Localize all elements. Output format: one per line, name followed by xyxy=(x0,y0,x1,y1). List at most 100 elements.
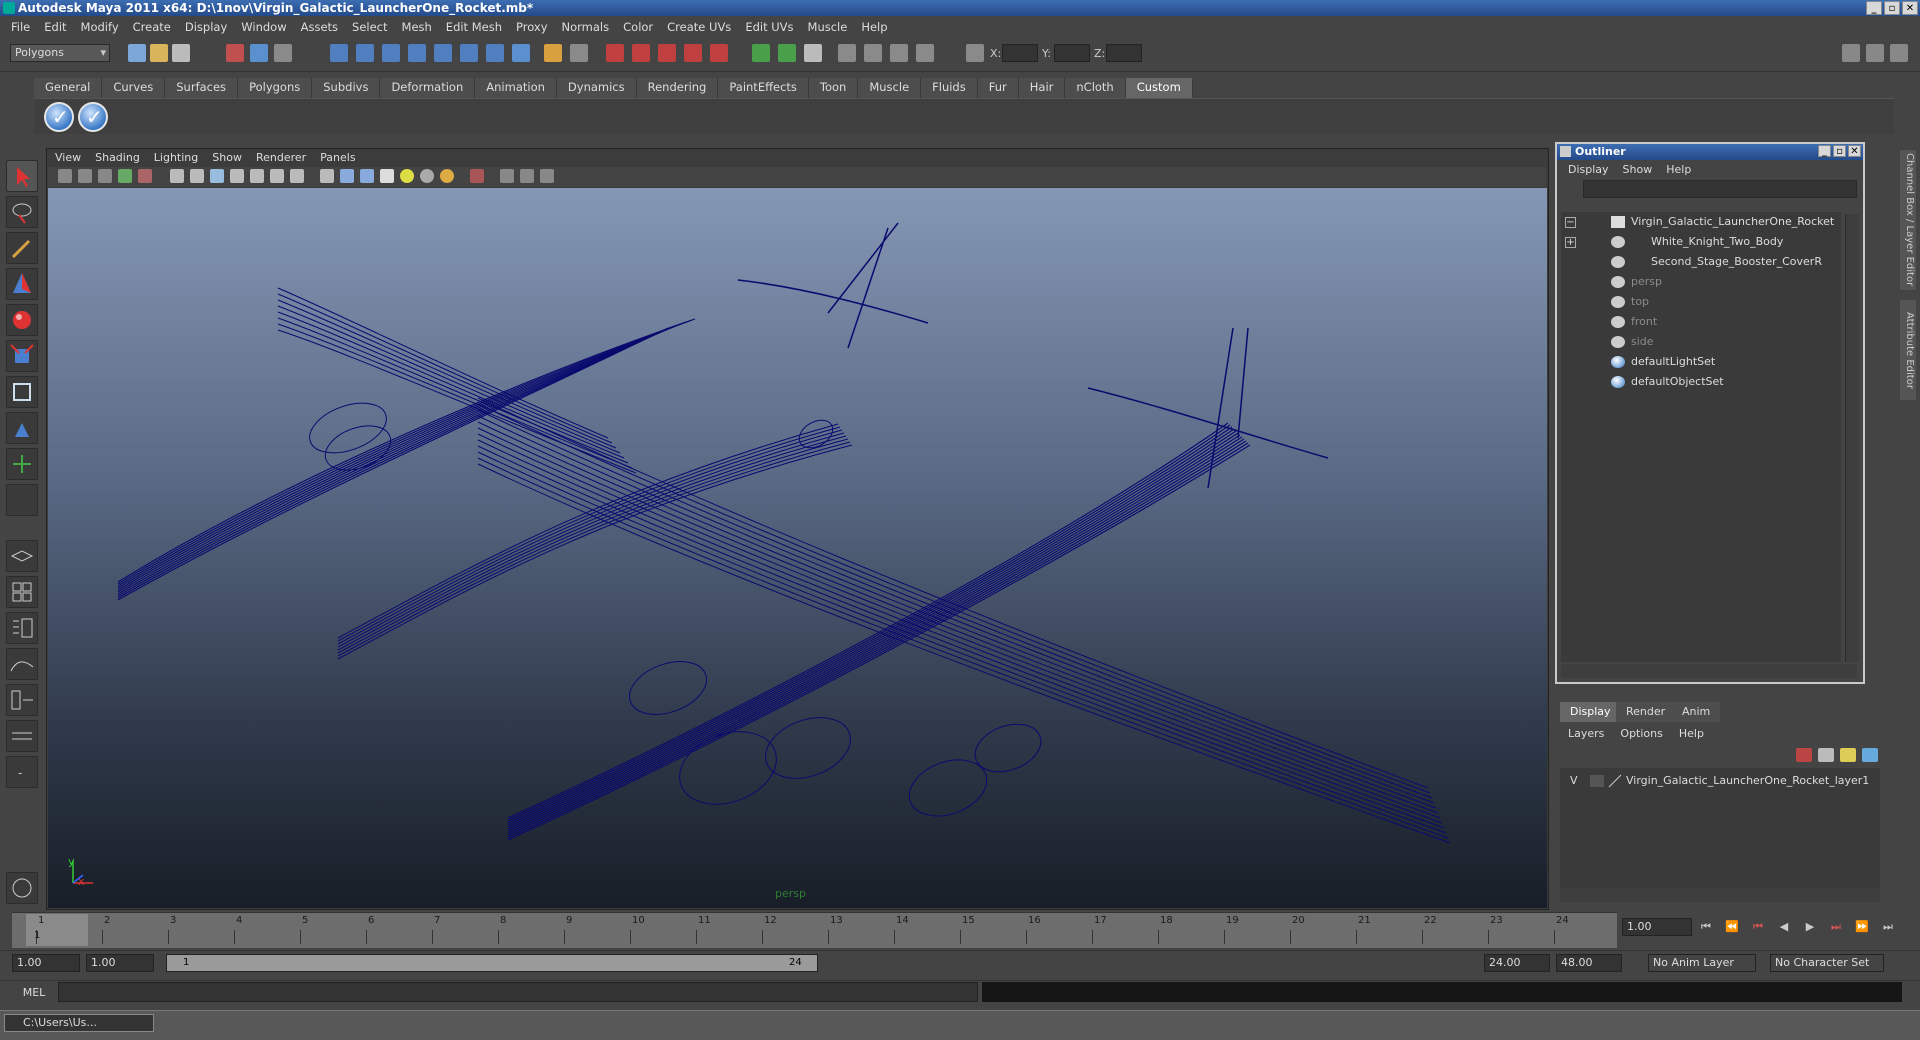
hypershade-icon[interactable] xyxy=(684,44,702,62)
shelf-tab-subdivs[interactable]: Subdivs xyxy=(312,78,381,98)
outliner-menu-help[interactable]: Help xyxy=(1659,163,1698,176)
menu-muscle[interactable]: Muscle xyxy=(801,20,855,34)
text-display-icon[interactable] xyxy=(290,169,304,183)
shelf-tab-polygons[interactable]: Polygons xyxy=(238,78,313,98)
shelf-tab-muscle[interactable]: Muscle xyxy=(858,78,922,98)
camera-select-icon[interactable] xyxy=(58,169,72,183)
shelf-checkmark-icon-2[interactable] xyxy=(78,102,108,132)
menu-assets[interactable]: Assets xyxy=(294,20,345,34)
menu-proxy[interactable]: Proxy xyxy=(509,20,555,34)
image-plane-icon[interactable] xyxy=(118,169,132,183)
shelf-tab-curves[interactable]: Curves xyxy=(102,78,166,98)
layer-options-icon[interactable] xyxy=(1862,748,1878,762)
maximize-button[interactable]: ▫ xyxy=(1884,1,1900,15)
select-tool-icon[interactable] xyxy=(6,160,38,192)
xray-icon[interactable] xyxy=(250,169,264,183)
soft-mod-tool-icon[interactable] xyxy=(6,412,38,444)
menu-set-dropdown[interactable]: Polygons ▾ xyxy=(10,44,110,62)
make-live-icon[interactable] xyxy=(434,44,452,62)
layer-tab-render[interactable]: Render xyxy=(1616,702,1676,722)
resolution-gate-icon[interactable] xyxy=(500,169,514,183)
layers-icon[interactable] xyxy=(916,44,934,62)
layer-playback-toggle[interactable] xyxy=(1590,775,1604,787)
shelf-tab-general[interactable]: General xyxy=(34,78,103,98)
isolate-select-icon[interactable] xyxy=(320,169,334,183)
xray-joints-icon[interactable] xyxy=(270,169,284,183)
step-forward-key-icon[interactable]: ⏭ xyxy=(1828,920,1844,934)
go-to-end-icon[interactable]: ⏭ xyxy=(1880,920,1896,934)
vp-menu-view[interactable]: View xyxy=(48,149,88,167)
menu-normals[interactable]: Normals xyxy=(555,20,617,34)
snap-grid-icon[interactable] xyxy=(330,44,348,62)
menu-color[interactable]: Color xyxy=(616,20,660,34)
outliner-menu-display[interactable]: Display xyxy=(1561,163,1616,176)
camera-attributes-icon[interactable] xyxy=(78,169,92,183)
shelf-tab-fluids[interactable]: Fluids xyxy=(921,78,978,98)
lock-icon[interactable] xyxy=(544,44,562,62)
lasso-tool-icon[interactable] xyxy=(6,196,38,228)
channel-box-tab[interactable]: Channel Box / Layer Editor xyxy=(1900,150,1916,290)
manipulator-tool-icon[interactable] xyxy=(6,376,38,408)
shaded-cube-icon[interactable] xyxy=(340,169,354,183)
menu-edit-uvs[interactable]: Edit UVs xyxy=(738,20,800,34)
vp-menu-show[interactable]: Show xyxy=(205,149,249,167)
outliner-vertical-scrollbar[interactable] xyxy=(1845,214,1859,662)
shelf-tab-ncloth[interactable]: nCloth xyxy=(1065,78,1126,98)
z-field[interactable] xyxy=(1106,44,1142,62)
shelf-tab-deformation[interactable]: Deformation xyxy=(380,78,476,98)
x-field[interactable] xyxy=(1002,44,1038,62)
custom-layout-icon[interactable] xyxy=(6,720,38,752)
shelf-tab-custom[interactable]: Custom xyxy=(1125,78,1193,98)
shelf-tab-toon[interactable]: Toon xyxy=(808,78,859,98)
outliner-horizontal-scrollbar[interactable] xyxy=(1561,664,1857,678)
new-layer-icon[interactable] xyxy=(1796,748,1812,762)
light-icon[interactable] xyxy=(710,44,728,62)
range-slider[interactable]: 1 24 xyxy=(166,954,818,972)
layer-color-swatch[interactable] xyxy=(1608,774,1622,788)
menu-create[interactable]: Create xyxy=(126,20,178,34)
history-icon[interactable] xyxy=(460,44,478,62)
step-back-frame-icon[interactable]: ⏪ xyxy=(1724,920,1740,934)
graph-editor-layout-icon[interactable] xyxy=(6,648,38,680)
viewport-persp[interactable]: y x persp xyxy=(48,188,1547,908)
shelf-tab-rendering[interactable]: Rendering xyxy=(636,78,719,98)
new-layer-empty-icon[interactable] xyxy=(1818,748,1834,762)
textured-icon[interactable] xyxy=(230,169,244,183)
single-pane-layout-icon[interactable] xyxy=(6,540,38,572)
menu-modify[interactable]: Modify xyxy=(74,20,126,34)
animation-end-field[interactable]: 48.00 xyxy=(1556,954,1622,972)
clipboard-icon[interactable] xyxy=(804,44,822,62)
step-forward-frame-icon[interactable]: ⏩ xyxy=(1854,920,1870,934)
vp-menu-lighting[interactable]: Lighting xyxy=(147,149,205,167)
shelf-tab-animation[interactable]: Animation xyxy=(475,78,557,98)
menu-create-uvs[interactable]: Create UVs xyxy=(660,20,738,34)
camera-icon[interactable] xyxy=(838,44,856,62)
new-scene-icon[interactable] xyxy=(128,44,146,62)
outliner-menu-show[interactable]: Show xyxy=(1616,163,1660,176)
layer-menu-layers[interactable]: Layers xyxy=(1560,727,1612,740)
menu-select[interactable]: Select xyxy=(345,20,394,34)
menu-mesh[interactable]: Mesh xyxy=(395,20,439,34)
shelf-tab-fur[interactable]: Fur xyxy=(977,78,1019,98)
shelf-tab-surfaces[interactable]: Surfaces xyxy=(165,78,239,98)
outliner-icon[interactable] xyxy=(864,44,882,62)
last-tool-icon[interactable] xyxy=(6,448,38,480)
minimize-button[interactable]: _ xyxy=(1866,1,1882,15)
graph-icon[interactable] xyxy=(890,44,908,62)
menu-edit-mesh[interactable]: Edit Mesh xyxy=(439,20,509,34)
select-hierarchy-icon[interactable] xyxy=(226,44,244,62)
layer-visibility-toggle[interactable]: V xyxy=(1570,772,1578,790)
checker-icon[interactable] xyxy=(380,169,394,183)
attribute-editor-toggle-icon[interactable] xyxy=(1842,44,1860,62)
tool-settings-toggle-icon[interactable] xyxy=(1866,44,1884,62)
layer-horizontal-scrollbar[interactable] xyxy=(1560,888,1880,902)
character-set-dropdown[interactable]: No Character Set xyxy=(1770,954,1884,972)
four-pane-layout-icon[interactable] xyxy=(6,576,38,608)
open-scene-icon[interactable] xyxy=(150,44,168,62)
menu-window[interactable]: Window xyxy=(234,20,293,34)
layer-tab-anim[interactable]: Anim xyxy=(1672,702,1721,722)
animation-start-field[interactable]: 1.00 xyxy=(12,954,80,972)
default-light-icon[interactable] xyxy=(400,169,414,183)
playback-start-field[interactable]: 1.00 xyxy=(86,954,154,972)
outliner-close-button[interactable]: ✕ xyxy=(1848,145,1861,157)
